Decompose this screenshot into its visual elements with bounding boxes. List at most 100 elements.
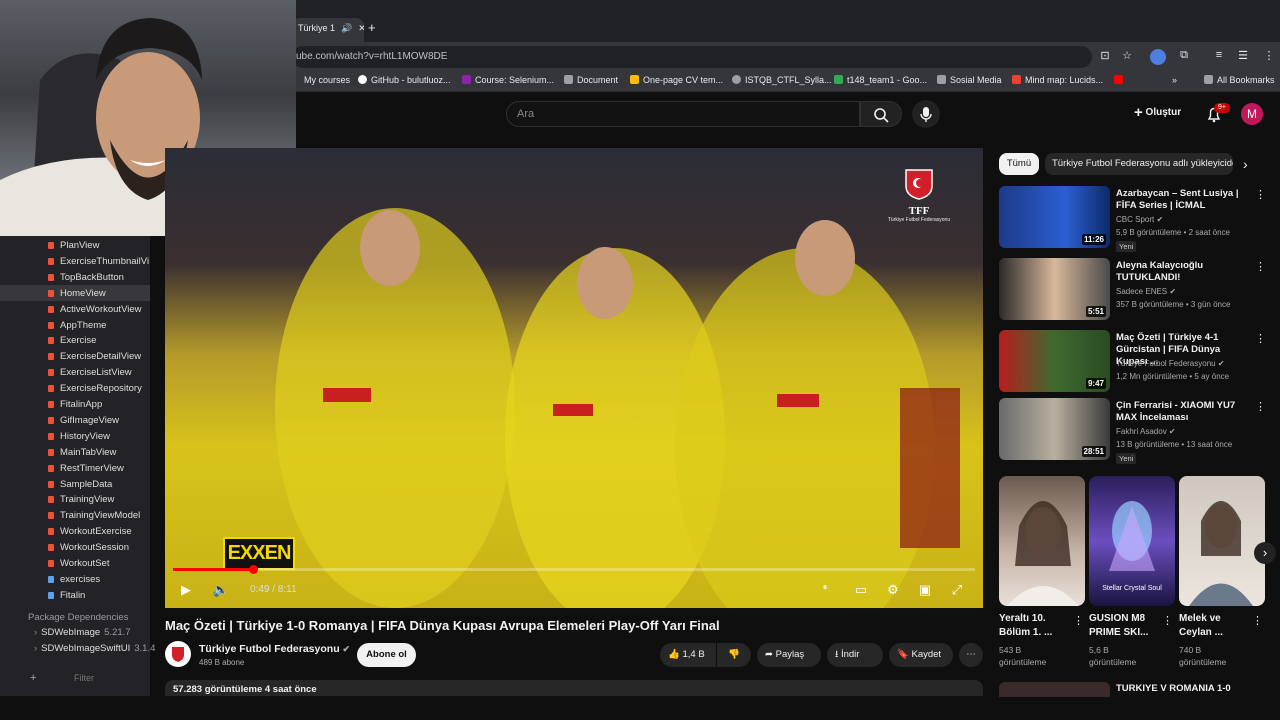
bookmark-item[interactable]: Mind map: Lucids...	[1012, 75, 1103, 85]
bookmarks-overflow[interactable]: »	[1172, 75, 1177, 85]
more-vert-icon[interactable]: ⋮	[1252, 614, 1263, 627]
xcode-file-item[interactable]: TopBackButton	[0, 269, 150, 285]
xcode-file-item[interactable]: SampleData	[0, 476, 150, 492]
xcode-folder-item[interactable]: exercises	[0, 571, 150, 587]
rec-channel[interactable]: CBC Sport ✔	[1116, 215, 1163, 224]
create-button[interactable]: + Oluştur	[1134, 104, 1181, 124]
browser-tab[interactable]: Türkiye 1 🔊 ✕	[292, 18, 364, 42]
download-button[interactable]: ⭳ İndir	[827, 643, 883, 667]
next-video-thumbnail[interactable]	[999, 682, 1110, 697]
package-item[interactable]: › SDWebImage 5.21.7	[34, 627, 131, 638]
volume-icon[interactable]: 🔈	[212, 582, 230, 600]
xcode-file-item[interactable]: WorkoutSession	[0, 539, 150, 555]
rec-thumbnail[interactable]: 28:51	[999, 398, 1110, 460]
chip-channel[interactable]: Türkiye Futbol Federasyonu adlı yükleyic…	[1045, 153, 1233, 175]
subscribe-button[interactable]: Abone ol	[357, 643, 416, 667]
bookmark-item[interactable]: GitHub - bulutluoz...	[358, 75, 451, 85]
media-icon[interactable]: ≡	[1212, 49, 1226, 63]
short-title[interactable]: Yeraltı 10. Bölüm 1. ...	[999, 612, 1071, 640]
xcode-file-item[interactable]: HomeView	[0, 284, 150, 301]
channel-avatar[interactable]	[165, 641, 191, 667]
rec-channel[interactable]: Sadece ENES ✔	[1116, 287, 1176, 296]
xcode-file-item[interactable]: HistoryView	[0, 428, 150, 444]
add-icon[interactable]: +	[30, 672, 36, 684]
xcode-file-item[interactable]: ExerciseThumbnailVi	[0, 253, 150, 269]
chip-all[interactable]: Tümü	[999, 153, 1039, 175]
bookmark-item[interactable]: One-page CV tem...	[630, 75, 723, 85]
settings-gear-icon[interactable]: ⚙	[884, 582, 902, 600]
shorts-next-button[interactable]: ›	[1254, 542, 1276, 564]
xcode-file-item[interactable]: ExerciseListView	[0, 364, 150, 380]
more-vert-icon[interactable]: ⋮	[1255, 332, 1266, 348]
rec-title[interactable]: Aleyna Kalaycıoğlu TUTUKLANDI!	[1116, 260, 1248, 284]
xcode-file-item[interactable]: GifImageView	[0, 412, 150, 428]
more-vert-icon[interactable]: ⋮	[1255, 400, 1266, 416]
tab-mute-icon[interactable]: 🔊	[341, 23, 352, 33]
xcode-folder-item[interactable]: Fitalin	[0, 587, 150, 603]
more-actions-button[interactable]: ⋯	[959, 643, 983, 667]
play-button[interactable]: ▶	[177, 582, 195, 600]
search-button[interactable]	[860, 101, 902, 127]
rec-thumbnail[interactable]: 11:26	[999, 186, 1110, 248]
tab-close-icon[interactable]: ✕	[358, 23, 364, 33]
chips-next-icon[interactable]: ›	[1243, 156, 1248, 172]
bookmark-star-icon[interactable]: ☆	[1120, 49, 1134, 63]
xcode-file-item[interactable]: RestTimerView	[0, 460, 150, 476]
extensions-icon[interactable]: ⧉	[1177, 49, 1191, 63]
subtitles-icon[interactable]: ▭	[852, 582, 870, 600]
more-vert-icon[interactable]: ⋮	[1162, 614, 1173, 627]
xcode-file-item[interactable]: MainTabView	[0, 444, 150, 460]
xcode-file-item[interactable]: FitalinApp	[0, 396, 150, 412]
save-button[interactable]: 🔖 Kaydet	[889, 643, 953, 667]
rec-channel[interactable]: Türkiye Futbol Federasyonu ✔	[1116, 359, 1225, 368]
theater-mode-icon[interactable]: ▣	[916, 582, 934, 600]
like-button[interactable]: 👍 1,4 B	[660, 643, 716, 667]
description-box[interactable]: 57.283 görüntüleme 4 saat önce	[165, 680, 983, 696]
short-thumbnail[interactable]	[999, 476, 1085, 606]
menu-icon[interactable]: ☰	[1236, 49, 1250, 63]
voice-search-button[interactable]	[912, 100, 940, 128]
bookmark-item[interactable]: Course: Selenium...	[462, 75, 554, 85]
xcode-file-item[interactable]: ExerciseDetailView	[0, 348, 150, 364]
more-vert-icon[interactable]: ⋮	[1073, 614, 1084, 627]
progress-bar[interactable]	[173, 568, 975, 571]
youtube-bookmark-icon[interactable]	[1114, 75, 1127, 85]
more-vert-icon[interactable]: ⋮	[1262, 49, 1276, 63]
channel-name[interactable]: Türkiye Futbol Federasyonu ✔	[199, 643, 350, 655]
bookmark-item[interactable]: ISTQB_CTFL_Sylla...	[732, 75, 832, 85]
url-field[interactable]: ube.com/watch?v=rhtL1MOW8DE	[292, 46, 1092, 68]
package-item[interactable]: › SDWebImageSwiftUI 3.1.4	[34, 643, 155, 654]
more-vert-icon[interactable]: ⋮	[1255, 260, 1266, 276]
search-input[interactable]: Ara	[506, 101, 860, 127]
new-tab-button[interactable]: +	[368, 20, 382, 38]
browser-profile-icon[interactable]	[1150, 49, 1166, 65]
next-video-title[interactable]: TURKIYE V ROMANIA 1-0	[1116, 683, 1231, 694]
rec-title[interactable]: Azarbaycan – Sent Lusiya | FİFA Series |…	[1116, 188, 1248, 212]
all-bookmarks[interactable]: All Bookmarks	[1204, 75, 1275, 85]
xcode-file-item[interactable]: Exercise	[0, 332, 150, 348]
more-vert-icon[interactable]: ⋮	[1255, 188, 1266, 204]
rec-thumbnail[interactable]: 5:51	[999, 258, 1110, 320]
xcode-file-item[interactable]: TrainingViewModel	[0, 507, 150, 523]
autoplay-toggle-icon[interactable]: ⏸	[816, 582, 834, 600]
xcode-file-item[interactable]: ExerciseRepository	[0, 380, 150, 396]
bookmark-item[interactable]: Document	[564, 75, 618, 85]
short-thumbnail[interactable]: Stellar Crystal Soul	[1089, 476, 1175, 606]
xcode-file-item[interactable]: WorkoutSet	[0, 555, 150, 571]
account-avatar[interactable]: M	[1241, 103, 1263, 125]
bookmark-item[interactable]: My courses	[304, 75, 350, 85]
short-thumbnail[interactable]	[1179, 476, 1265, 606]
xcode-file-item[interactable]: ActiveWorkoutView	[0, 301, 150, 317]
share-button[interactable]: ➦ Paylaş	[757, 643, 821, 667]
xcode-file-item[interactable]: WorkoutExercise	[0, 523, 150, 539]
short-title[interactable]: GUSION M8 PRIME SKI...	[1089, 612, 1161, 640]
short-title[interactable]: Melek ve Ceylan ...	[1179, 612, 1251, 640]
fullscreen-icon[interactable]: ⤢	[948, 582, 966, 600]
xcode-file-item[interactable]: TrainingView	[0, 491, 150, 507]
rec-channel[interactable]: Fakhri Asadov ✔	[1116, 427, 1176, 436]
rec-title[interactable]: Çin Ferrarisi - XIAOMI YU7 MAX İncelamas…	[1116, 400, 1248, 424]
xcode-file-item[interactable]: PlanView	[0, 237, 150, 253]
install-icon[interactable]: ⊡	[1098, 49, 1112, 63]
rec-thumbnail[interactable]: 9:47	[999, 330, 1110, 392]
bookmark-item[interactable]: t148_team1 - Goo...	[834, 75, 927, 85]
